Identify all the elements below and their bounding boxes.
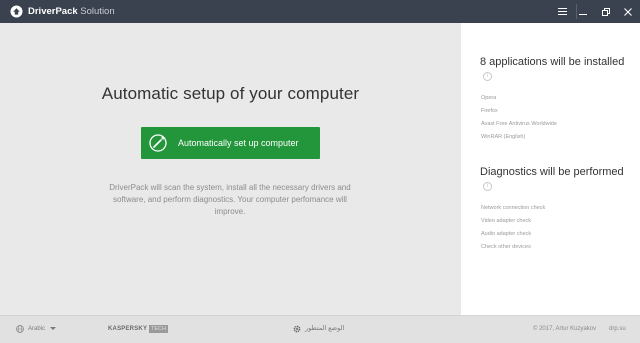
driverpack-logo-icon	[10, 5, 23, 18]
list-item: Check other devices	[481, 244, 531, 250]
kaspersky-tag: TECH	[149, 324, 169, 333]
apps-title-text: 8 applications will be installed	[480, 56, 625, 68]
copyright-text: © 2017, Artur Kuzyakov	[533, 326, 597, 332]
kaspersky-wordmark: KASPERSKY	[108, 325, 148, 332]
list-item: Opera	[481, 95, 497, 101]
menu-icon	[557, 8, 567, 15]
title-bar: DriverPack Solution	[0, 0, 640, 23]
list-item: Avast Free Antivirus Worldwide	[481, 121, 557, 127]
language-selector[interactable]: Arabic	[28, 324, 45, 334]
close-icon	[624, 7, 632, 16]
diagnostics-section-title: Diagnostics will be performed i	[480, 166, 630, 192]
footer-bar: Arabic KASPERSKY TECH الوضع المتطور © 20…	[0, 315, 640, 343]
kaspersky-logo: KASPERSKY TECH	[108, 324, 169, 333]
auto-setup-button[interactable]: Automatically set up computer	[141, 127, 320, 159]
chevron-down-icon[interactable]	[50, 327, 56, 330]
apps-section-title: 8 applications will be installed i	[480, 56, 630, 82]
auto-setup-label: Automatically set up computer	[178, 138, 299, 148]
setup-description: DriverPack will scan the system, install…	[109, 183, 351, 216]
app-title: DriverPack Solution	[28, 5, 115, 18]
diagnostics-info-icon[interactable]: i	[483, 182, 492, 191]
diagnostics-list: Network connection check Video adapter c…	[481, 202, 631, 254]
main-panel: Automatic setup of your computer Automat…	[0, 23, 461, 315]
restore-button[interactable]	[594, 0, 618, 23]
diagnostics-title-text: Diagnostics will be performed	[480, 166, 624, 178]
list-item: Video adapter check	[481, 218, 532, 224]
magic-wand-icon	[149, 134, 167, 152]
apps-list: Opera Firefox Avast Free Antivirus World…	[481, 92, 631, 144]
expert-mode-link[interactable]: الوضع المتطور	[305, 324, 344, 334]
page-title: Automatic setup of your computer	[101, 84, 360, 103]
summary-sidebar: 8 applications will be installed i Opera …	[461, 23, 640, 315]
app-name-bold: DriverPack	[28, 6, 78, 17]
globe-icon	[16, 325, 24, 333]
gear-icon[interactable]	[293, 325, 301, 333]
list-item: WinRAR (English)	[481, 134, 526, 140]
minimize-icon	[579, 13, 587, 15]
app-name-light: Solution	[80, 6, 115, 17]
website-link[interactable]: drp.su	[609, 324, 626, 334]
list-item: Network connection check	[481, 205, 546, 211]
apps-info-icon[interactable]: i	[483, 72, 492, 81]
close-button[interactable]	[616, 0, 640, 23]
restore-icon	[602, 7, 610, 16]
minimize-button[interactable]	[571, 0, 595, 23]
list-item: Audio adapter check	[481, 231, 532, 237]
list-item: Firefox	[481, 108, 498, 114]
